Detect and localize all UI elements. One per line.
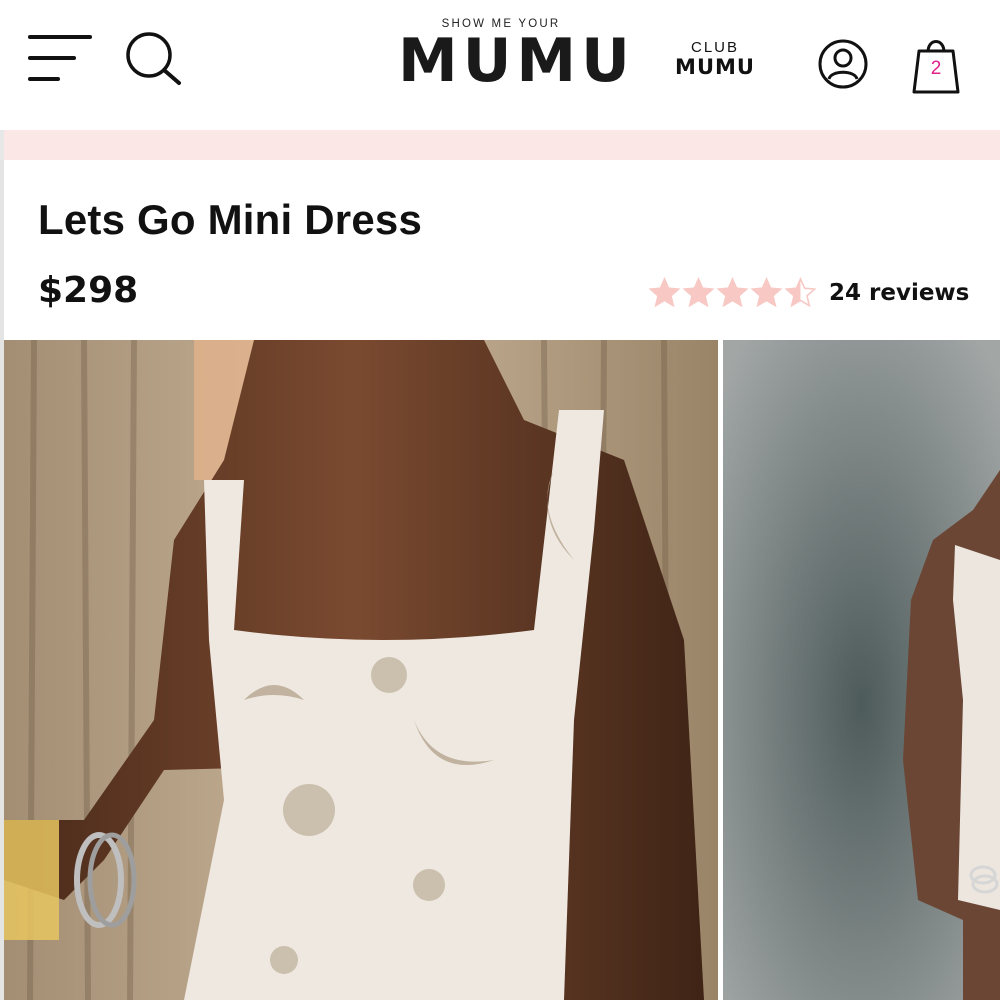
product-rating[interactable]: 24 reviews	[648, 276, 969, 310]
site-header: SHOW ME YOUR MUMU CLUB MUMU 2	[0, 0, 1000, 130]
product-image-main[interactable]	[4, 340, 718, 1000]
product-photo-main	[4, 340, 718, 1000]
account-button[interactable]	[817, 38, 869, 90]
cart-button[interactable]: 2	[910, 34, 962, 96]
menu-icon-line	[28, 56, 76, 60]
star-icon	[784, 277, 817, 308]
reviews-link[interactable]: 24 reviews	[829, 280, 969, 306]
account-icon	[818, 39, 868, 89]
club-mumu-link[interactable]: CLUB MUMU	[670, 40, 760, 78]
menu-button[interactable]	[28, 32, 94, 84]
product-image-secondary[interactable]	[723, 340, 1000, 1000]
brand-name: MUMU	[398, 26, 635, 96]
star-icon	[750, 277, 783, 308]
menu-icon-line	[28, 77, 60, 81]
search-button[interactable]	[124, 30, 182, 88]
search-icon	[126, 32, 181, 85]
product-title: Lets Go Mini Dress	[38, 196, 423, 243]
product-price: $298	[38, 270, 139, 311]
product-photo-secondary	[723, 340, 1000, 1000]
star-icon	[716, 277, 749, 308]
club-label-small: CLUB	[690, 39, 739, 56]
product-gallery	[0, 340, 1000, 1000]
menu-icon-line	[28, 35, 92, 39]
club-label-big: MUMU	[675, 55, 755, 79]
promo-banner[interactable]	[0, 130, 1000, 160]
star-icon	[682, 277, 715, 308]
star-rating	[648, 277, 817, 309]
cart-count-badge: 2	[930, 58, 942, 79]
brand-logo[interactable]: SHOW ME YOUR MUMU	[398, 16, 635, 100]
star-icon	[648, 277, 681, 308]
